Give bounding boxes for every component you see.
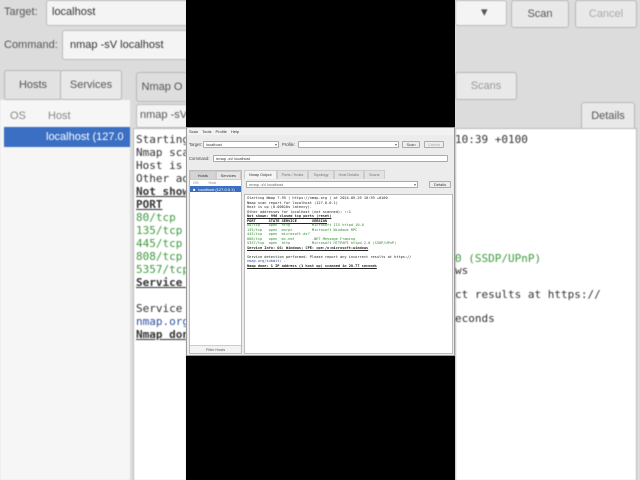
chevron-down-icon[interactable]: ▾	[414, 182, 417, 187]
bg-scan-btn: Scan	[511, 0, 569, 28]
target-value: localhost	[206, 142, 222, 147]
bg-select-value: nmap -sV lo	[140, 109, 186, 121]
bg-right-results: ct results at https://	[455, 288, 601, 301]
bg-target-value: localhost	[52, 6, 96, 18]
host-column-header[interactable]: Host	[209, 181, 217, 185]
bg-host-col: Host	[48, 110, 71, 122]
command-label: Command:	[189, 156, 210, 161]
tab-topology[interactable]: Topology	[308, 170, 334, 179]
scan-button[interactable]: Scan	[402, 141, 420, 148]
tab-services[interactable]: Services	[215, 171, 241, 180]
target-row: Target: localhost ▾ Profile: ▾ Scan Canc…	[189, 141, 444, 148]
background-left-panel: Target: localhost Command: nmap -sV loca…	[0, 0, 186, 480]
bg-scans-tab: Scans	[455, 72, 517, 100]
menu-profile[interactable]: Profile	[215, 129, 226, 134]
bg-host-entry: localhost (127.0	[46, 131, 124, 143]
filter-hosts-button[interactable]: Filter Hosts	[190, 345, 241, 353]
target-label: Target:	[189, 142, 202, 147]
os-column-header[interactable]: OS	[193, 181, 199, 185]
bg-right-time: 10:39 +0100	[455, 133, 528, 146]
tab-hosts[interactable]: Hosts	[190, 171, 216, 180]
cancel-button[interactable]: Cancel	[424, 141, 444, 148]
bg-details-btn: Details	[581, 102, 635, 130]
tab-ports-hosts[interactable]: Ports / Hosts	[276, 170, 309, 179]
bg-command-value: nmap -sV localhost	[70, 39, 164, 51]
target-input[interactable]: localhost ▾	[203, 141, 279, 148]
background-right-panel: ▾ Scan Cancel Scans Details 10:39 +0100 …	[455, 0, 640, 480]
output-line: Nmap done: 1 IP address (1 host up) scan…	[247, 263, 377, 268]
menu-tools[interactable]: Tools	[202, 129, 211, 134]
bg-nmap-tab: Nmap O	[136, 72, 186, 102]
bg-services-tab: Services	[60, 70, 122, 100]
output-pane: Nmap Output Ports / Hosts Topology Host …	[244, 170, 453, 354]
menu-help[interactable]: Help	[231, 129, 239, 134]
chevron-down-icon[interactable]: ▾	[395, 142, 398, 147]
menu-scan[interactable]: Scan	[189, 129, 198, 134]
result-tabs: Nmap Output Ports / Hosts Topology Host …	[244, 170, 453, 179]
bg-command-label: Command:	[4, 39, 58, 51]
hosts-services-tabs: Hosts Services	[190, 171, 241, 180]
menu-bar: Scan Tools Profile Help	[187, 128, 454, 135]
zenmap-window: Scan Tools Profile Help Target: localhos…	[186, 127, 455, 356]
profile-label: Profile:	[282, 142, 296, 147]
host-row-localhost[interactable]: ■ localhost (127.0.0.1)	[190, 186, 241, 192]
profile-select[interactable]: ▾	[298, 141, 399, 148]
host-name: localhost (127.0.0.1)	[198, 186, 235, 192]
output-toolbar: nmap -sV localhost ▾ Details	[244, 179, 453, 190]
bg-os-col: OS	[10, 110, 26, 122]
output-select-value: nmap -sV localhost	[249, 182, 284, 187]
bg-target-label: Target:	[4, 6, 38, 18]
command-input[interactable]: nmap -sV localhost	[213, 155, 448, 162]
windows-os-icon: ■	[193, 186, 196, 192]
command-row: Command: nmap -sV localhost	[189, 155, 448, 162]
bg-right-seconds: econds	[455, 312, 495, 325]
bg-dropdown-arrow: ▾	[481, 4, 488, 19]
details-button[interactable]: Details	[429, 181, 451, 188]
bg-hosts-tab: Hosts	[4, 70, 62, 100]
bg-right-ws: ws	[455, 264, 469, 277]
bg-cancel-btn: Cancel	[575, 0, 637, 28]
tab-scans[interactable]: Scans	[364, 170, 385, 179]
chevron-down-icon[interactable]: ▾	[275, 142, 278, 147]
output-scan-select[interactable]: nmap -sV localhost ▾	[246, 181, 418, 188]
tab-host-details[interactable]: Host Details	[333, 170, 364, 179]
nmap-output-text[interactable]: Starting Nmap 7.95 ( https://nmap.org ) …	[244, 194, 453, 354]
tab-nmap-output[interactable]: Nmap Output	[244, 170, 277, 179]
hosts-pane: Hosts Services OS Host ■ localhost (127.…	[189, 170, 242, 354]
